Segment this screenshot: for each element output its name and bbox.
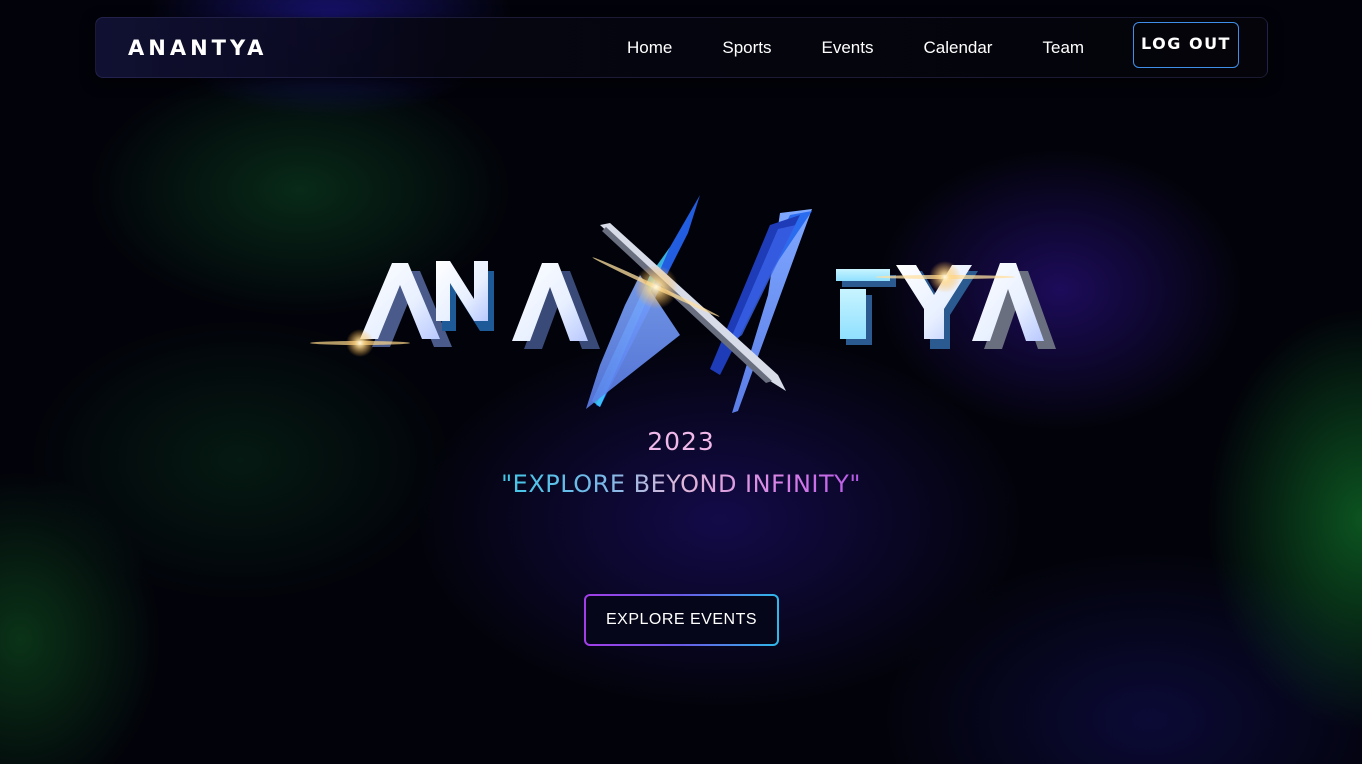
navbar: ANANTYA Home Sports Events Calendar Team…	[95, 17, 1268, 78]
nav-link-home[interactable]: Home	[627, 37, 672, 59]
nav-link-events[interactable]: Events	[822, 37, 874, 59]
nav-link-team[interactable]: Team	[1042, 37, 1084, 59]
tagline-text: "EXPLORE BEYOND INFINITY"	[501, 470, 861, 498]
nav-links: Home Sports Events Calendar Team	[627, 37, 1084, 59]
hero-logo	[300, 185, 1060, 420]
event-year: 2023	[647, 427, 715, 456]
hero-logo-artwork	[310, 195, 1056, 413]
logout-button[interactable]: LOG OUT	[1133, 22, 1239, 68]
letter-a-2	[512, 263, 600, 349]
explore-events-label[interactable]: EXPLORE EVENTS	[586, 596, 777, 644]
letter-t	[836, 269, 896, 345]
explore-events-button[interactable]: EXPLORE EVENTS	[584, 594, 779, 646]
tagline: "EXPLORE BEYOND INFINITY"	[0, 468, 1362, 500]
x-blades	[586, 195, 812, 413]
brand-logo[interactable]: ANANTYA	[128, 34, 267, 62]
letter-n	[436, 261, 494, 331]
page: ANANTYA Home Sports Events Calendar Team…	[0, 0, 1362, 764]
nav-link-sports[interactable]: Sports	[722, 37, 771, 59]
nav-link-calendar[interactable]: Calendar	[923, 37, 992, 59]
